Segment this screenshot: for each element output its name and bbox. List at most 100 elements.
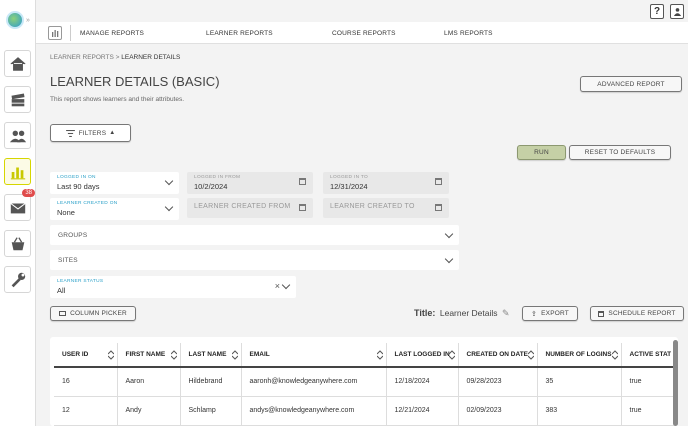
reports-chart-icon[interactable] bbox=[48, 26, 62, 40]
breadcrumb-separator: > bbox=[115, 54, 120, 61]
breadcrumb-current: LEARNER DETAILS bbox=[121, 54, 181, 61]
learner-created-on-label: LEARNER CREATED ON bbox=[57, 201, 118, 206]
learner-status-label: LEARNER STATUS bbox=[57, 279, 104, 284]
nav-lms-reports[interactable]: LMS REPORTS bbox=[444, 30, 493, 37]
collapse-sidebar-icon[interactable]: » bbox=[26, 17, 30, 24]
cell-user-id: 12 bbox=[54, 396, 118, 426]
cell-active-status: true bbox=[621, 396, 676, 426]
sort-icon bbox=[231, 350, 238, 360]
logged-in-from-value: 10/2/2024 bbox=[194, 182, 228, 191]
cell-number-of-logins: 383 bbox=[537, 396, 622, 426]
learner-created-on-select[interactable]: LEARNER CREATED ON None bbox=[50, 198, 179, 220]
report-title-value[interactable]: Learner Details bbox=[440, 308, 498, 318]
sidebar: » 38 bbox=[0, 0, 36, 426]
sort-icon bbox=[107, 350, 114, 360]
reports-nav: MANAGE REPORTS LEARNER REPORTS COURSE RE… bbox=[36, 22, 688, 44]
cell-created-on-date: 09/28/2023 bbox=[458, 367, 538, 397]
calendar-icon[interactable] bbox=[435, 178, 442, 185]
logged-in-from-field[interactable]: LOGGED IN FROM 10/2/2024 bbox=[187, 172, 313, 194]
settings-wrench-icon[interactable] bbox=[4, 266, 31, 293]
messages-icon[interactable]: 38 bbox=[4, 189, 35, 221]
sites-select[interactable]: SITES bbox=[50, 250, 459, 270]
chevron-down-icon bbox=[164, 176, 174, 186]
cell-email: andys@knowledgeanywhere.com bbox=[241, 396, 387, 426]
chevron-down-icon bbox=[164, 202, 174, 212]
run-button[interactable]: RUN bbox=[517, 145, 566, 160]
cell-active-status: true bbox=[621, 367, 676, 397]
help-button[interactable]: ? bbox=[650, 4, 664, 19]
breadcrumb-parent[interactable]: LEARNER REPORTS bbox=[50, 54, 114, 61]
sort-icon bbox=[448, 350, 455, 360]
groups-select[interactable]: GROUPS bbox=[50, 225, 459, 245]
column-header-number-of-logins[interactable]: NUMBER OF LOGINS bbox=[537, 343, 622, 368]
logged-in-to-value: 12/31/2024 bbox=[330, 182, 368, 191]
nav-divider bbox=[70, 25, 71, 41]
nav-learner-reports[interactable]: LEARNER REPORTS bbox=[206, 30, 273, 37]
schedule-report-label: SCHEDULE REPORT bbox=[608, 310, 676, 317]
logged-in-to-field[interactable]: LOGGED IN TO 12/31/2024 bbox=[323, 172, 449, 194]
calendar-icon[interactable] bbox=[435, 204, 442, 211]
cell-user-id: 16 bbox=[54, 367, 118, 397]
report-title: Title: Learner Details ✎ bbox=[414, 308, 510, 319]
column-header-last-logged-in[interactable]: LAST LOGGED IN bbox=[386, 343, 459, 368]
cell-last-name: Schlamp bbox=[180, 396, 242, 426]
app-logo[interactable] bbox=[6, 11, 24, 29]
nav-course-reports[interactable]: COURSE REPORTS bbox=[332, 30, 396, 37]
table-scrollbar[interactable] bbox=[673, 340, 678, 426]
chevron-down-icon bbox=[281, 280, 291, 290]
learner-created-to-placeholder: LEARNER CREATED TO bbox=[330, 203, 415, 210]
export-label: EXPORT bbox=[541, 310, 569, 317]
edit-pencil-icon[interactable]: ✎ bbox=[502, 308, 510, 318]
cell-last-logged-in: 12/21/2024 bbox=[386, 396, 459, 426]
advanced-report-button[interactable]: ADVANCED REPORT bbox=[580, 76, 682, 92]
clear-selection-icon[interactable]: × bbox=[275, 281, 280, 291]
reports-icon[interactable] bbox=[4, 158, 31, 185]
cell-last-name: Hildebrand bbox=[180, 367, 242, 397]
filters-button[interactable]: FILTERS ▲ bbox=[50, 124, 131, 142]
cell-number-of-logins: 35 bbox=[537, 367, 622, 397]
reset-to-defaults-button[interactable]: RESET TO DEFAULTS bbox=[569, 145, 671, 160]
learner-created-from-field[interactable]: LEARNER CREATED FROM bbox=[187, 198, 313, 218]
logged-in-on-select[interactable]: LOGGED IN ON Last 90 days bbox=[50, 172, 179, 194]
logged-in-on-label: LOGGED IN ON bbox=[57, 175, 96, 180]
cell-first-name: Andy bbox=[117, 396, 181, 426]
cell-created-on-date: 02/09/2023 bbox=[458, 396, 538, 426]
column-header-last-name[interactable]: LAST NAME bbox=[180, 343, 242, 368]
courses-icon[interactable] bbox=[4, 86, 31, 113]
logged-in-on-value: Last 90 days bbox=[57, 182, 100, 191]
calendar-icon[interactable] bbox=[299, 178, 306, 185]
chevron-down-icon bbox=[444, 229, 454, 239]
groups-label: GROUPS bbox=[58, 232, 88, 239]
learner-table: USER ID FIRST NAME LAST NAME EMAIL LAST … bbox=[50, 337, 678, 426]
learner-created-to-field[interactable]: LEARNER CREATED TO bbox=[323, 198, 449, 218]
nav-manage-reports[interactable]: MANAGE REPORTS bbox=[80, 30, 144, 37]
calendar-icon[interactable] bbox=[299, 204, 306, 211]
learner-created-on-value: None bbox=[57, 208, 75, 217]
page-title: LEARNER DETAILS (BASIC) bbox=[50, 74, 220, 89]
column-header-created-on-date[interactable]: CREATED ON DATE bbox=[458, 343, 538, 368]
calendar-icon bbox=[598, 310, 605, 317]
store-icon[interactable] bbox=[4, 230, 31, 257]
sort-icon bbox=[170, 350, 177, 360]
column-header-email[interactable]: EMAIL bbox=[241, 343, 387, 368]
table-row[interactable]: 16 Aaron Hildebrand aaronh@knowledgeanyw… bbox=[54, 367, 676, 397]
home-icon[interactable] bbox=[4, 50, 31, 77]
messages-badge: 38 bbox=[22, 189, 35, 197]
export-icon: ⇪ bbox=[531, 310, 538, 318]
sites-label: SITES bbox=[58, 257, 78, 264]
table-row[interactable]: 12 Andy Schlamp andys@knowledgeanywhere.… bbox=[54, 396, 676, 426]
top-bar: ? bbox=[36, 0, 688, 22]
export-button[interactable]: ⇪ EXPORT bbox=[522, 306, 578, 321]
column-picker-button[interactable]: COLUMN PICKER bbox=[50, 306, 136, 321]
user-profile-button[interactable] bbox=[670, 4, 684, 19]
users-icon[interactable] bbox=[4, 122, 31, 149]
schedule-report-button[interactable]: SCHEDULE REPORT bbox=[590, 306, 684, 321]
sort-icon bbox=[376, 350, 383, 360]
learner-status-select[interactable]: LEARNER STATUS All × bbox=[50, 276, 296, 298]
cell-first-name: Aaron bbox=[117, 367, 181, 397]
column-header-user-id[interactable]: USER ID bbox=[54, 343, 118, 368]
filter-lines-icon bbox=[65, 129, 75, 137]
column-header-first-name[interactable]: FIRST NAME bbox=[117, 343, 181, 368]
column-header-active-status[interactable]: ACTIVE STAT bbox=[621, 343, 676, 368]
filters-label: FILTERS bbox=[78, 129, 107, 137]
